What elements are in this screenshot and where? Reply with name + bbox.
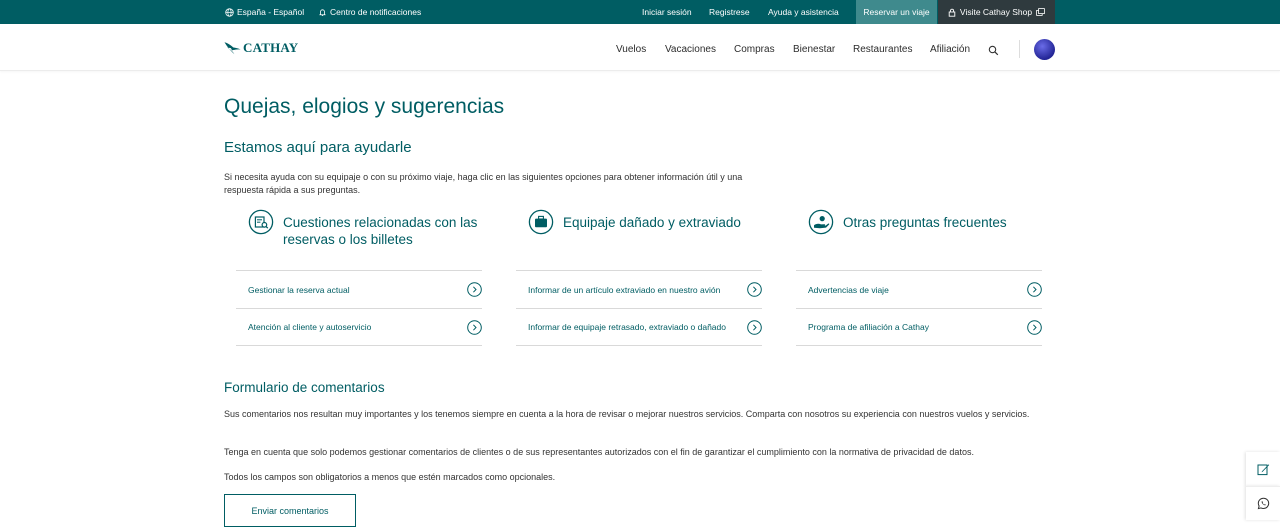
language-selector[interactable]: España - Español — [225, 0, 304, 24]
column-header: Cuestiones relacionadas con las reservas… — [236, 209, 482, 270]
cathay-shop-label: Visite Cathay Shop — [959, 7, 1033, 17]
column-header: Equipaje dañado y extraviado — [516, 209, 762, 270]
chevron-right-icon — [1027, 282, 1042, 297]
logo-wordmark: CATHAY — [243, 40, 299, 55]
link-delayed-baggage[interactable]: Informar de equipaje retrasado, extravia… — [516, 308, 762, 346]
link-lost-item-onboard[interactable]: Informar de un artículo extraviado en nu… — [516, 270, 762, 308]
link-label: Gestionar la reserva actual — [248, 284, 350, 295]
link-label: Atención al cliente y autoservicio — [248, 322, 372, 332]
book-trip-label: Reservar un viaje — [863, 7, 930, 17]
hand-help-icon — [808, 209, 834, 235]
faq-column: Otras preguntas frecuentes Advertencias … — [796, 209, 1042, 346]
column-header: Otras preguntas frecuentes — [796, 209, 1042, 270]
column-title: Equipaje dañado y extraviado — [563, 215, 741, 230]
cathay-shop-link[interactable]: Visite Cathay Shop — [938, 0, 1055, 24]
link-travel-advisories[interactable]: Advertencias de viaje — [796, 270, 1042, 308]
nav-bienestar[interactable]: Bienestar — [793, 44, 835, 55]
main-header: CATHAY Vuelos Vacaciones Compras Bienest… — [0, 24, 1280, 71]
column-title: Cuestiones relacionadas con las reservas… — [283, 215, 478, 247]
top-utility-bar: España - Español Centro de notificacione… — [0, 0, 1280, 24]
feedback-floating-button[interactable] — [1246, 452, 1280, 486]
header-divider — [1019, 40, 1020, 58]
chevron-right-icon — [1027, 319, 1042, 335]
link-label: Programa de afiliación a Cathay — [808, 322, 929, 332]
chevron-right-icon — [747, 319, 762, 335]
login-label: Iniciar sesión — [642, 7, 692, 17]
link-membership-program[interactable]: Programa de afiliación a Cathay — [796, 308, 1042, 346]
nav-vacaciones[interactable]: Vacaciones — [665, 44, 716, 55]
feedback-paragraph-privacy: Tenga en cuenta que solo podemos gestion… — [224, 447, 974, 457]
link-customer-service[interactable]: Atención al cliente y autoservicio — [236, 308, 482, 346]
link-label: Informar de un artículo extraviado en nu… — [528, 284, 721, 295]
bell-icon — [319, 8, 326, 16]
nav-compras[interactable]: Compras — [734, 44, 775, 55]
help-intro-text: Si necesita ayuda con su equipaje o con … — [224, 172, 743, 195]
external-link-icon — [1036, 8, 1045, 16]
help-label: Ayuda y asistencia — [768, 7, 839, 17]
register-label: Registrese — [709, 7, 750, 17]
register-link[interactable]: Registrese — [709, 0, 750, 24]
globe-icon — [225, 7, 234, 17]
edit-feedback-icon — [1257, 463, 1269, 475]
cathay-logo[interactable]: CATHAY — [224, 40, 298, 56]
booking-search-icon — [248, 209, 274, 235]
chevron-right-icon — [467, 319, 482, 335]
link-label: Informar de equipaje retrasado, extravia… — [528, 322, 726, 332]
user-avatar[interactable] — [1034, 39, 1055, 60]
search-icon — [988, 45, 999, 56]
language-label: España - Español — [237, 7, 305, 17]
search-button[interactable] — [988, 43, 999, 61]
help-heading: Estamos aquí para ayudarle — [224, 139, 412, 156]
feedback-paragraph-required-fields: Todos los campos son obligatorios a meno… — [224, 472, 556, 482]
lock-icon — [948, 8, 956, 17]
help-link[interactable]: Ayuda y asistencia — [768, 0, 839, 24]
brushwing-logo-icon — [224, 42, 241, 55]
login-link[interactable]: Iniciar sesión — [642, 0, 692, 24]
page-title: Quejas, elogios y sugerencias — [224, 95, 505, 118]
nav-afiliacion[interactable]: Afiliación — [930, 44, 970, 55]
chevron-right-icon — [747, 282, 762, 297]
booking-issues-column: Cuestiones relacionadas con las reservas… — [236, 209, 482, 346]
notification-center-link[interactable]: Centro de notificaciones — [318, 0, 421, 24]
book-trip-tab[interactable]: Reservar un viaje — [856, 0, 937, 24]
feedback-paragraph-importance: Sus comentarios nos resultan muy importa… — [224, 409, 1030, 419]
nav-restaurantes[interactable]: Restaurantes — [853, 44, 912, 55]
link-manage-booking[interactable]: Gestionar la reserva actual — [236, 270, 482, 308]
briefcase-icon — [528, 209, 554, 235]
nav-vuelos[interactable]: Vuelos — [616, 44, 646, 55]
feedback-form-heading: Formulario de comentarios — [224, 380, 385, 395]
notification-center-label: Centro de notificaciones — [330, 7, 422, 17]
link-label: Advertencias de viaje — [808, 284, 889, 295]
whatsapp-icon — [1257, 497, 1269, 510]
chevron-right-icon — [467, 282, 482, 297]
send-feedback-button[interactable]: Enviar comentarios — [224, 494, 356, 527]
column-title: Otras preguntas frecuentes — [843, 215, 1007, 230]
baggage-column: Equipaje dañado y extraviado Informar de… — [516, 209, 762, 346]
whatsapp-floating-button[interactable] — [1246, 486, 1280, 520]
